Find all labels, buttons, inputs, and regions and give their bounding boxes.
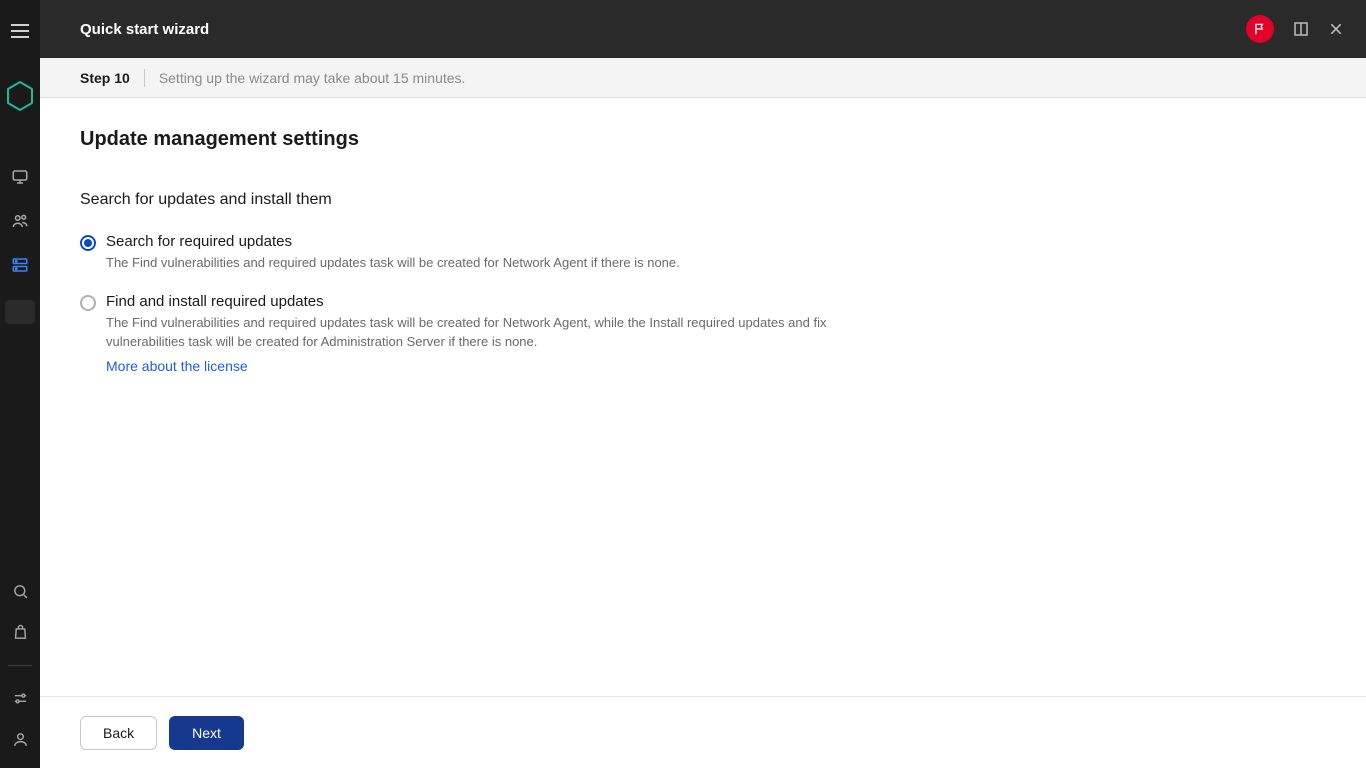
feedback-flag-button[interactable] <box>1246 15 1274 43</box>
wizard-header: Quick start wizard <box>40 0 1366 58</box>
option-find-install: Find and install required updates The Fi… <box>80 293 840 376</box>
step-hint: Setting up the wizard may take about 15 … <box>159 70 466 86</box>
license-link[interactable]: More about the license <box>106 358 248 374</box>
radio-find-install[interactable] <box>80 295 96 311</box>
monitor-icon[interactable] <box>11 168 29 186</box>
option-title: Find and install required updates <box>106 293 840 310</box>
wizard-footer: Back Next <box>40 696 1366 768</box>
option-title: Search for required updates <box>106 233 680 250</box>
wizard-body: Update management settings Search for up… <box>40 98 1366 696</box>
option-description: The Find vulnerabilities and required up… <box>106 254 680 273</box>
search-icon[interactable] <box>12 583 29 600</box>
user-icon[interactable] <box>12 731 29 748</box>
sidebar-nav <box>5 168 35 324</box>
close-icon[interactable] <box>1328 21 1344 37</box>
step-label: Step 10 <box>80 70 130 86</box>
server-icon[interactable] <box>11 256 29 274</box>
back-button[interactable]: Back <box>80 716 157 750</box>
bag-icon[interactable] <box>12 624 29 641</box>
step-separator <box>144 69 145 87</box>
header-actions <box>1246 15 1344 43</box>
step-bar: Step 10 Setting up the wizard may take a… <box>40 58 1366 98</box>
brand-logo <box>4 80 36 112</box>
sidebar-bottom <box>8 583 32 748</box>
sidebar-divider <box>8 665 32 666</box>
menu-toggle-icon[interactable] <box>11 24 29 38</box>
wizard-title: Quick start wizard <box>80 21 209 38</box>
sidebar <box>0 0 40 768</box>
radio-search-required[interactable] <box>80 235 96 251</box>
page-heading: Update management settings <box>80 128 1326 151</box>
placeholder-icon[interactable] <box>5 300 35 324</box>
bookmark-icon[interactable] <box>1292 20 1310 38</box>
users-icon[interactable] <box>11 212 29 230</box>
sliders-icon[interactable] <box>12 690 29 707</box>
wizard-panel: Quick start wizard Step 10 Setting up th… <box>40 0 1366 768</box>
page-subheading: Search for updates and install them <box>80 191 1326 209</box>
option-search-required: Search for required updates The Find vul… <box>80 233 840 273</box>
next-button[interactable]: Next <box>169 716 244 750</box>
option-description: The Find vulnerabilities and required up… <box>106 314 840 352</box>
